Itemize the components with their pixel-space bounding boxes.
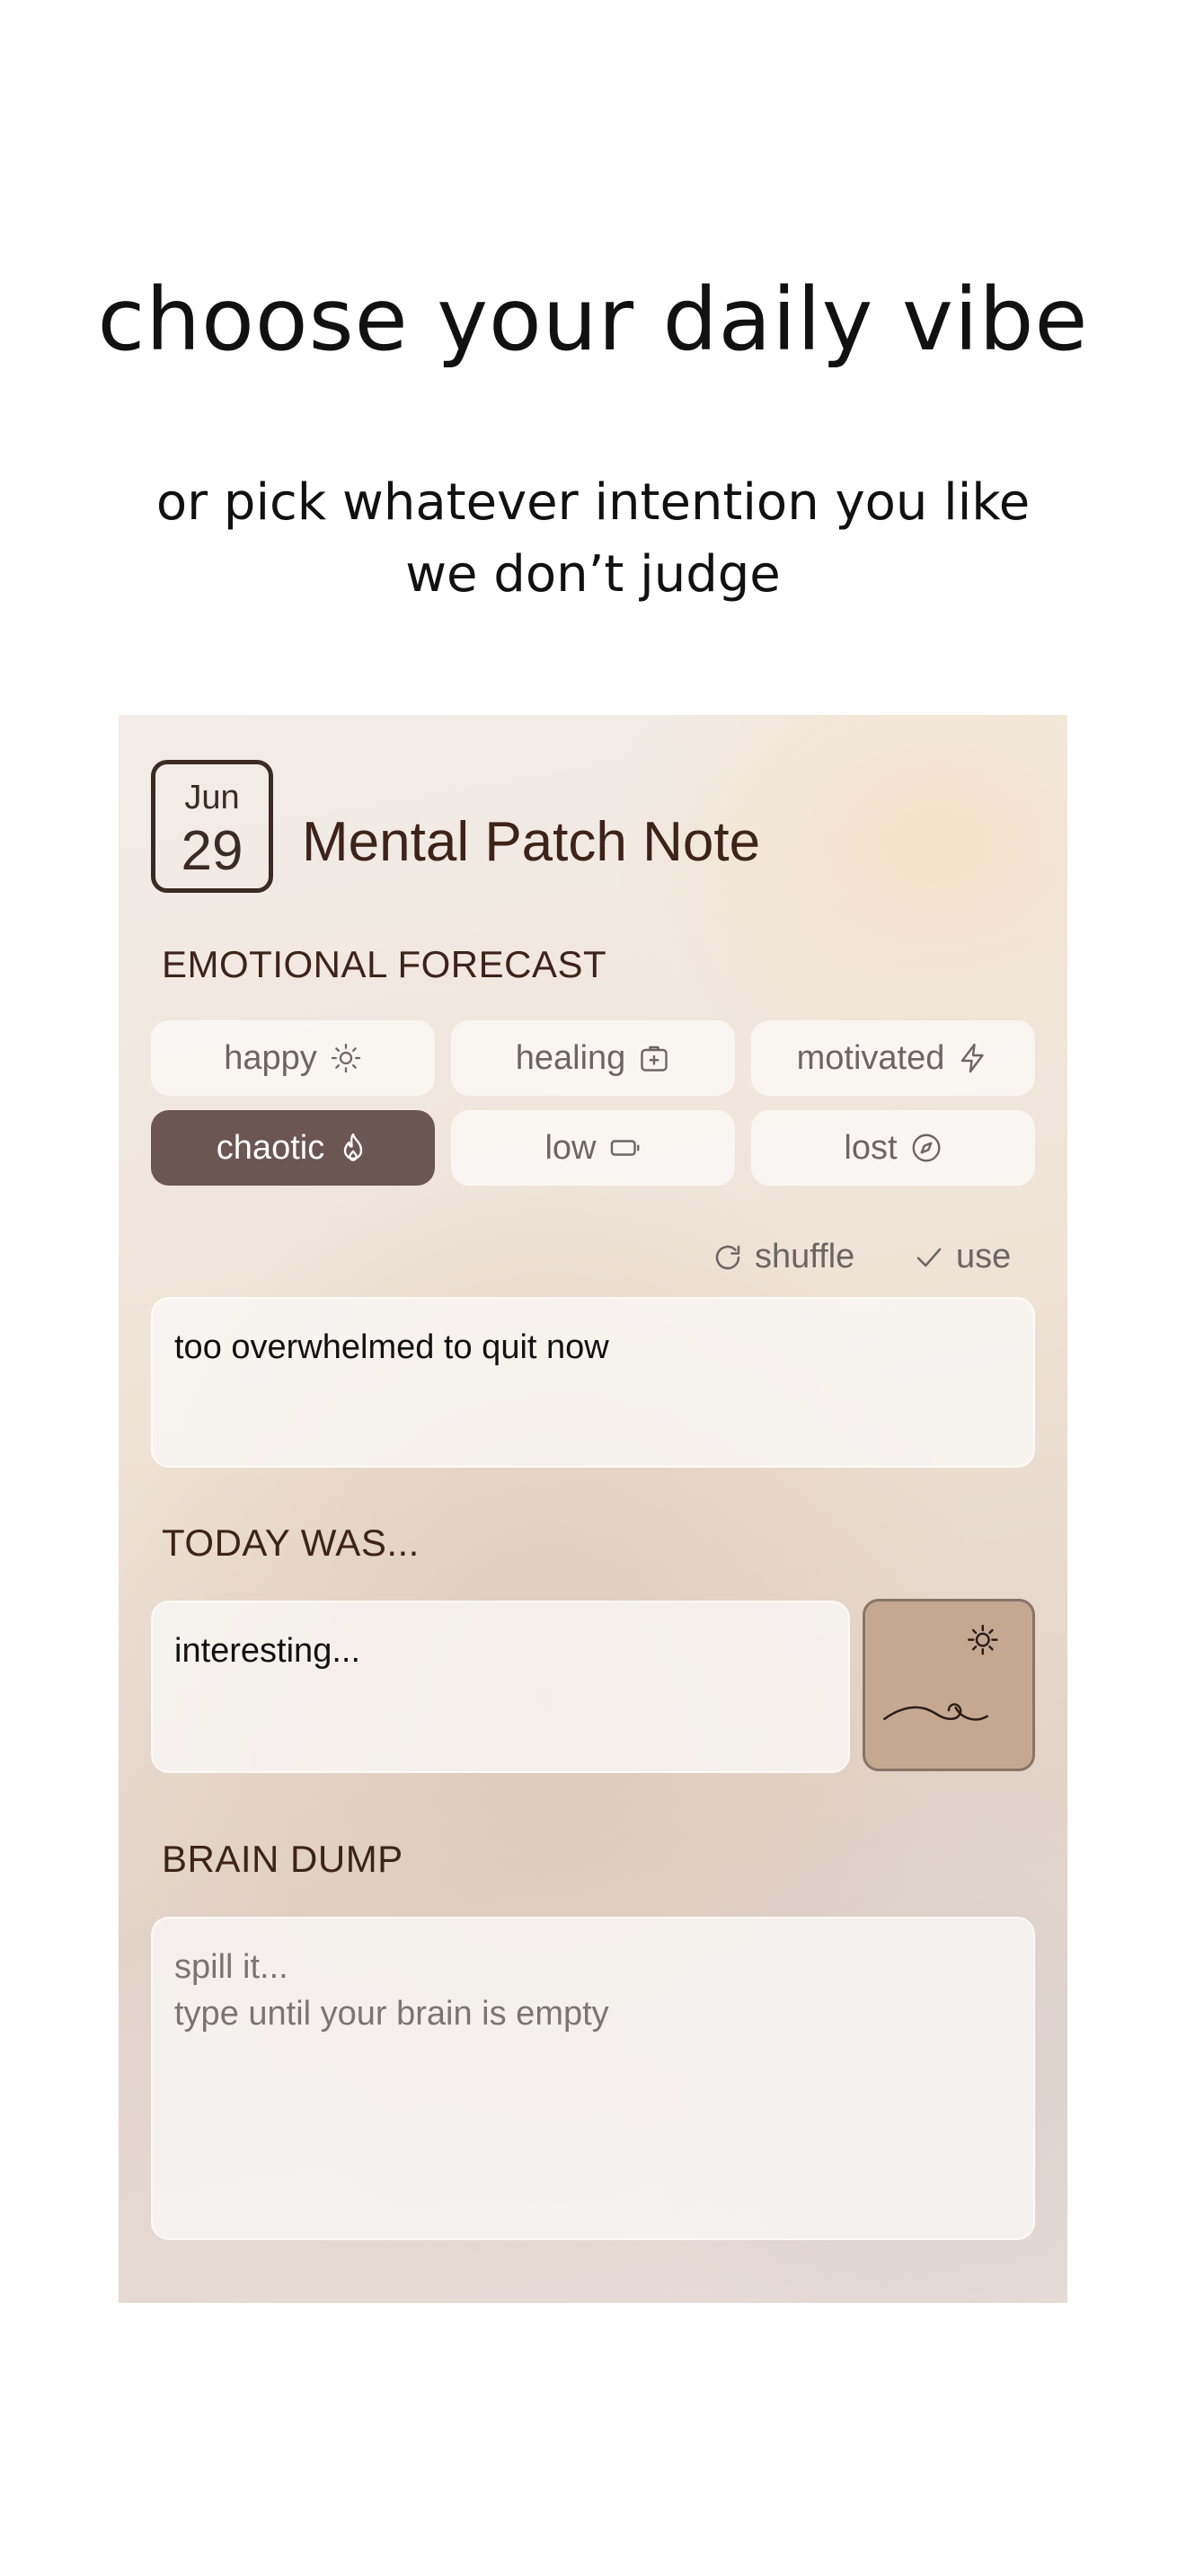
emotional-forecast-label: EMOTIONAL FORECAST <box>162 943 607 985</box>
mood-chip-chaotic[interactable]: chaotic <box>151 1110 435 1186</box>
use-label: use <box>956 1238 1012 1275</box>
flame-icon <box>344 1133 363 1161</box>
date-month: Jun <box>184 779 240 816</box>
refresh-icon <box>715 1245 740 1269</box>
hero-subtitle-line-2: we don’t judge <box>405 545 781 604</box>
mood-chip-low[interactable]: low <box>451 1110 735 1186</box>
sun-icon <box>331 1043 360 1073</box>
mood-chip-label: chaotic <box>216 1128 325 1167</box>
checkmark-icon <box>916 1248 942 1266</box>
date-day: 29 <box>181 820 243 882</box>
brain-dump-label: BRAIN DUMP <box>162 1838 403 1880</box>
today-was-label: TODAY WAS... <box>162 1522 420 1564</box>
shuffle-label: shuffle <box>755 1238 855 1275</box>
brain-dump-placeholder-line-2: type until your brain is empty <box>174 1995 609 2033</box>
today-was-text: interesting... <box>174 1632 360 1670</box>
brain-dump-textarea[interactable]: spill it... type until your brain is emp… <box>151 1917 1035 2240</box>
journal-card: Jun 29 Mental Patch Note EMOTIONAL FOREC… <box>119 715 1067 2303</box>
hero-title: choose your daily vibe <box>97 269 1089 370</box>
mood-chip-healing[interactable]: healing <box>451 1020 735 1096</box>
hero-subtitle-line-1: or pick whatever intention you like <box>155 473 1031 532</box>
mood-chip-label: healing <box>515 1038 626 1077</box>
date-badge[interactable]: Jun 29 <box>151 760 273 893</box>
wave-sun-icon <box>883 1624 998 1721</box>
intention-input[interactable]: too overwhelmed to quit now <box>151 1297 1035 1468</box>
intention-text: too overwhelmed to quit now <box>174 1328 609 1366</box>
mood-chip-label: low <box>544 1128 597 1167</box>
note-title: Mental Patch Note <box>302 811 761 873</box>
mood-chip-label: motivated <box>796 1038 945 1077</box>
shuffle-button[interactable]: shuffle <box>712 1238 854 1276</box>
battery-low-icon <box>610 1140 639 1156</box>
mood-sticker[interactable] <box>863 1599 1035 1771</box>
today-was-input[interactable]: interesting... <box>151 1601 850 1773</box>
compass-icon <box>912 1134 941 1162</box>
mood-chip-label: lost <box>844 1128 898 1167</box>
first-aid-icon <box>641 1045 668 1072</box>
mood-chip-motivated[interactable]: motivated <box>751 1020 1035 1096</box>
hero-subtitle: or pick whatever intention you like we d… <box>0 467 1186 611</box>
mood-chip-happy[interactable]: happy <box>151 1020 435 1096</box>
mood-chip-lost[interactable]: lost <box>751 1110 1035 1186</box>
use-button[interactable]: use <box>913 1238 1011 1276</box>
brain-dump-placeholder-line-1: spill it... <box>174 1948 288 1986</box>
lightning-icon <box>961 1043 985 1073</box>
mood-chip-label: happy <box>224 1038 317 1077</box>
